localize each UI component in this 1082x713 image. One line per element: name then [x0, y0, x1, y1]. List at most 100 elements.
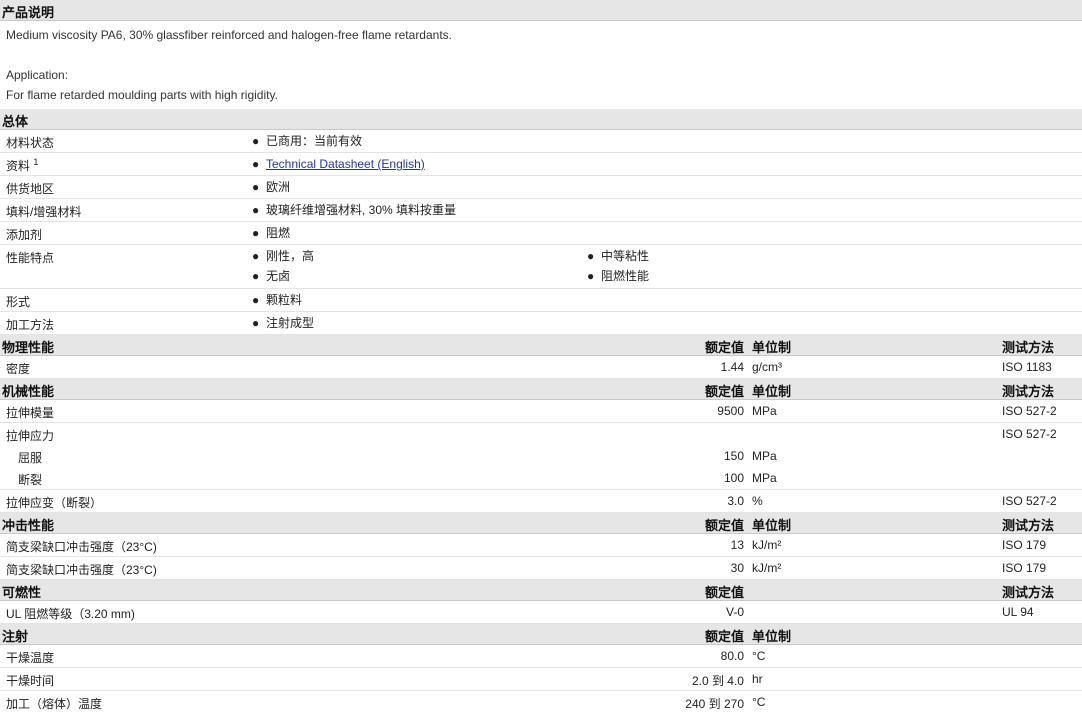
property-row: 拉伸应力 ISO 527-2: [0, 423, 1082, 445]
property-row: 密度 1.44 g/cm³ ISO 1183: [0, 356, 1082, 379]
footnote-mark: 1: [33, 157, 39, 167]
property-label: 干燥温度: [6, 651, 55, 665]
property-label: 断裂: [18, 473, 43, 487]
column-header-method: 测试方法: [1002, 384, 1055, 399]
property-label: 简支梁缺口冲击强度（23°C): [6, 563, 157, 577]
section-title: 物理性能: [2, 340, 55, 355]
property-label: 拉伸应力: [6, 429, 55, 443]
bullet-icon: ●: [252, 249, 260, 263]
property-subrow: 断裂 100 MPa: [0, 467, 1082, 490]
property-row: 材料状态 ● 已商用：当前有效: [0, 130, 1082, 153]
property-value: 9500: [717, 404, 744, 418]
property-value: 30: [730, 561, 744, 575]
property-row: 资料 1 ● Technical Datasheet (English): [0, 153, 1082, 176]
property-label: 材料状态: [6, 136, 55, 150]
property-row: 添加剂 ● 阻燃: [0, 222, 1082, 245]
property-row: 性能特点 ● 刚性，高 ● 中等粘性 ● 无卤 ● 阻燃性能: [0, 245, 1082, 289]
property-row: 拉伸模量 9500 MPa ISO 527-2: [0, 400, 1082, 423]
property-row: 形式 ● 颗粒料: [0, 289, 1082, 312]
property-subrow: 屈服 150 MPa: [0, 445, 1082, 467]
property-value: 颗粒料: [266, 293, 303, 307]
property-unit: g/cm³: [752, 360, 782, 374]
property-label: 性能特点: [6, 251, 55, 265]
property-value: 阻燃: [266, 226, 291, 240]
property-unit: MPa: [752, 404, 777, 418]
section-header-physical: 物理性能 额定值 单位制 测试方法: [0, 335, 1082, 356]
property-unit: °C: [752, 649, 766, 663]
property-row: 简支梁缺口冲击强度（23°C) 13 kJ/m² ISO 179: [0, 534, 1082, 557]
property-value: 2.0 到 4.0: [691, 674, 744, 688]
section-title: 冲击性能: [2, 518, 55, 533]
bullet-icon: ●: [587, 269, 595, 283]
section-title: 产品说明: [2, 5, 55, 20]
property-label: 拉伸应变（断裂）: [6, 496, 103, 510]
property-row: UL 阻燃等级（3.20 mm) V-0 UL 94: [0, 601, 1082, 624]
property-value: 已商用：当前有效: [266, 134, 363, 148]
property-row: 干燥时间 2.0 到 4.0 hr: [0, 668, 1082, 691]
property-value: 无卤: [266, 269, 291, 283]
section-header-flammability: 可燃性 额定值 测试方法: [0, 580, 1082, 601]
property-label: 资料 1: [6, 157, 39, 173]
property-value: 80.0: [720, 649, 744, 663]
section-header-injection: 注射 额定值 单位制: [0, 624, 1082, 645]
property-label: 添加剂: [6, 228, 43, 242]
property-value: 玻璃纤维增强材料, 30% 填料按重量: [266, 203, 457, 217]
column-header-method: 测试方法: [1002, 585, 1055, 600]
section-header-description: 产品说明: [0, 0, 1082, 21]
section-title: 注射: [2, 629, 29, 644]
test-method: ISO 1183: [1002, 360, 1052, 374]
property-unit: °C: [752, 695, 766, 709]
description-line: For flame retarded moulding parts with h…: [6, 88, 278, 102]
property-label: 屈服: [18, 451, 43, 465]
column-header-unit: 单位制: [752, 518, 792, 533]
bullet-icon: ●: [252, 157, 260, 171]
test-method: UL 94: [1002, 605, 1034, 619]
property-value: 注射成型: [266, 316, 315, 330]
property-row: 干燥温度 80.0 °C: [0, 645, 1082, 668]
property-unit: MPa: [752, 471, 777, 485]
property-value: V-0: [725, 605, 744, 619]
column-header-nominal: 额定值: [704, 585, 744, 600]
property-row: 加工方法 ● 注射成型: [0, 312, 1082, 335]
property-row: 供货地区 ● 欧洲: [0, 176, 1082, 199]
property-value: 中等粘性: [601, 249, 650, 263]
property-row: 加工（熔体）温度 240 到 270 °C: [0, 691, 1082, 713]
property-label: UL 阻燃等级（3.20 mm): [6, 607, 135, 621]
bullet-icon: ●: [587, 249, 595, 263]
bullet-icon: ●: [252, 134, 260, 148]
property-label: 简支梁缺口冲击强度（23°C): [6, 540, 157, 554]
test-method: ISO 179: [1002, 538, 1047, 552]
property-label: 供货地区: [6, 182, 55, 196]
description-line: Medium viscosity PA6, 30% glassfiber rei…: [6, 28, 452, 42]
product-description: Medium viscosity PA6, 30% glassfiber rei…: [0, 21, 1082, 109]
section-title: 可燃性: [2, 585, 42, 600]
column-header-method: 测试方法: [1002, 518, 1055, 533]
column-header-method: 测试方法: [1002, 340, 1055, 355]
property-unit: kJ/m²: [752, 538, 782, 552]
bullet-icon: ●: [252, 316, 260, 330]
property-label: 填料/增强材料: [6, 205, 82, 219]
property-value: 1.44: [720, 360, 744, 374]
property-label: 加工方法: [6, 318, 55, 332]
property-row: 简支梁缺口冲击强度（23°C) 30 kJ/m² ISO 179: [0, 557, 1082, 580]
property-label: 加工（熔体）温度: [6, 697, 103, 711]
property-unit: MPa: [752, 449, 777, 463]
test-method: ISO 527-2: [1002, 427, 1057, 441]
datasheet-link[interactable]: Technical Datasheet (English): [266, 157, 425, 171]
property-label: 拉伸模量: [6, 406, 55, 420]
test-method: ISO 179: [1002, 561, 1047, 575]
property-value: 240 到 270: [685, 697, 744, 711]
section-title: 机械性能: [2, 384, 55, 399]
property-value: 150: [723, 449, 744, 463]
column-header-unit: 单位制: [752, 629, 792, 644]
property-unit: hr: [752, 672, 763, 686]
property-unit: kJ/m²: [752, 561, 782, 575]
property-row: 拉伸应变（断裂） 3.0 % ISO 527-2: [0, 490, 1082, 513]
column-header-nominal: 额定值: [704, 518, 744, 533]
bullet-icon: ●: [252, 269, 260, 283]
bullet-icon: ●: [252, 180, 260, 194]
property-value: 13: [730, 538, 744, 552]
bullet-icon: ●: [252, 203, 260, 217]
section-header-impact: 冲击性能 额定值 单位制 测试方法: [0, 513, 1082, 534]
section-header-mechanical: 机械性能 额定值 单位制 测试方法: [0, 379, 1082, 400]
